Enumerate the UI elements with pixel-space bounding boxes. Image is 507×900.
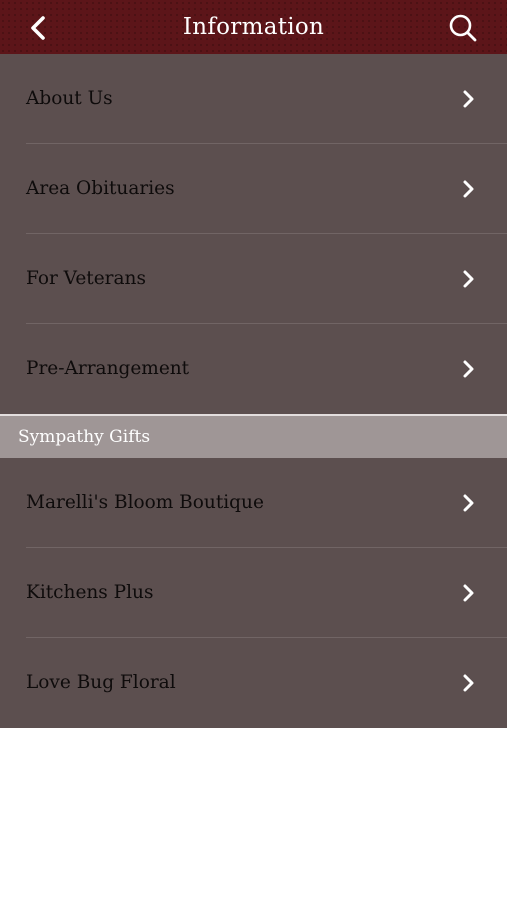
- list-item-label: About Us: [26, 88, 113, 109]
- list-item-label: For Veterans: [26, 268, 146, 289]
- chevron-right-icon: [463, 90, 474, 108]
- search-icon: [449, 14, 477, 42]
- list-item-label: Marelli's Bloom Boutique: [26, 492, 264, 513]
- chevron-right-icon: [463, 270, 474, 288]
- list-item-label: Pre-Arrangement: [26, 358, 190, 379]
- list-item-label: Area Obituaries: [26, 178, 175, 199]
- section-header-sympathy-gifts: Sympathy Gifts: [0, 414, 507, 458]
- list-item-about-us[interactable]: About Us: [0, 54, 507, 144]
- list-item-for-veterans[interactable]: For Veterans: [0, 234, 507, 324]
- list-item-pre-arrangement[interactable]: Pre-Arrangement: [0, 324, 507, 414]
- list-item-area-obituaries[interactable]: Area Obituaries: [0, 144, 507, 234]
- chevron-right-icon: [463, 584, 474, 602]
- chevron-right-icon: [463, 360, 474, 378]
- list-item-label: Kitchens Plus: [26, 582, 154, 603]
- search-button[interactable]: [443, 8, 483, 48]
- list-item-label: Love Bug Floral: [26, 672, 176, 693]
- information-list: About Us Area Obituaries For Veterans Pr…: [0, 54, 507, 728]
- chevron-right-icon: [463, 180, 474, 198]
- chevron-right-icon: [463, 494, 474, 512]
- chevron-right-icon: [463, 674, 474, 692]
- page-title: Information: [182, 14, 325, 40]
- list-item-marellis-bloom-boutique[interactable]: Marelli's Bloom Boutique: [0, 458, 507, 548]
- navigation-bar: Information: [0, 0, 507, 54]
- list-item-love-bug-floral[interactable]: Love Bug Floral: [0, 638, 507, 728]
- list-item-kitchens-plus[interactable]: Kitchens Plus: [0, 548, 507, 638]
